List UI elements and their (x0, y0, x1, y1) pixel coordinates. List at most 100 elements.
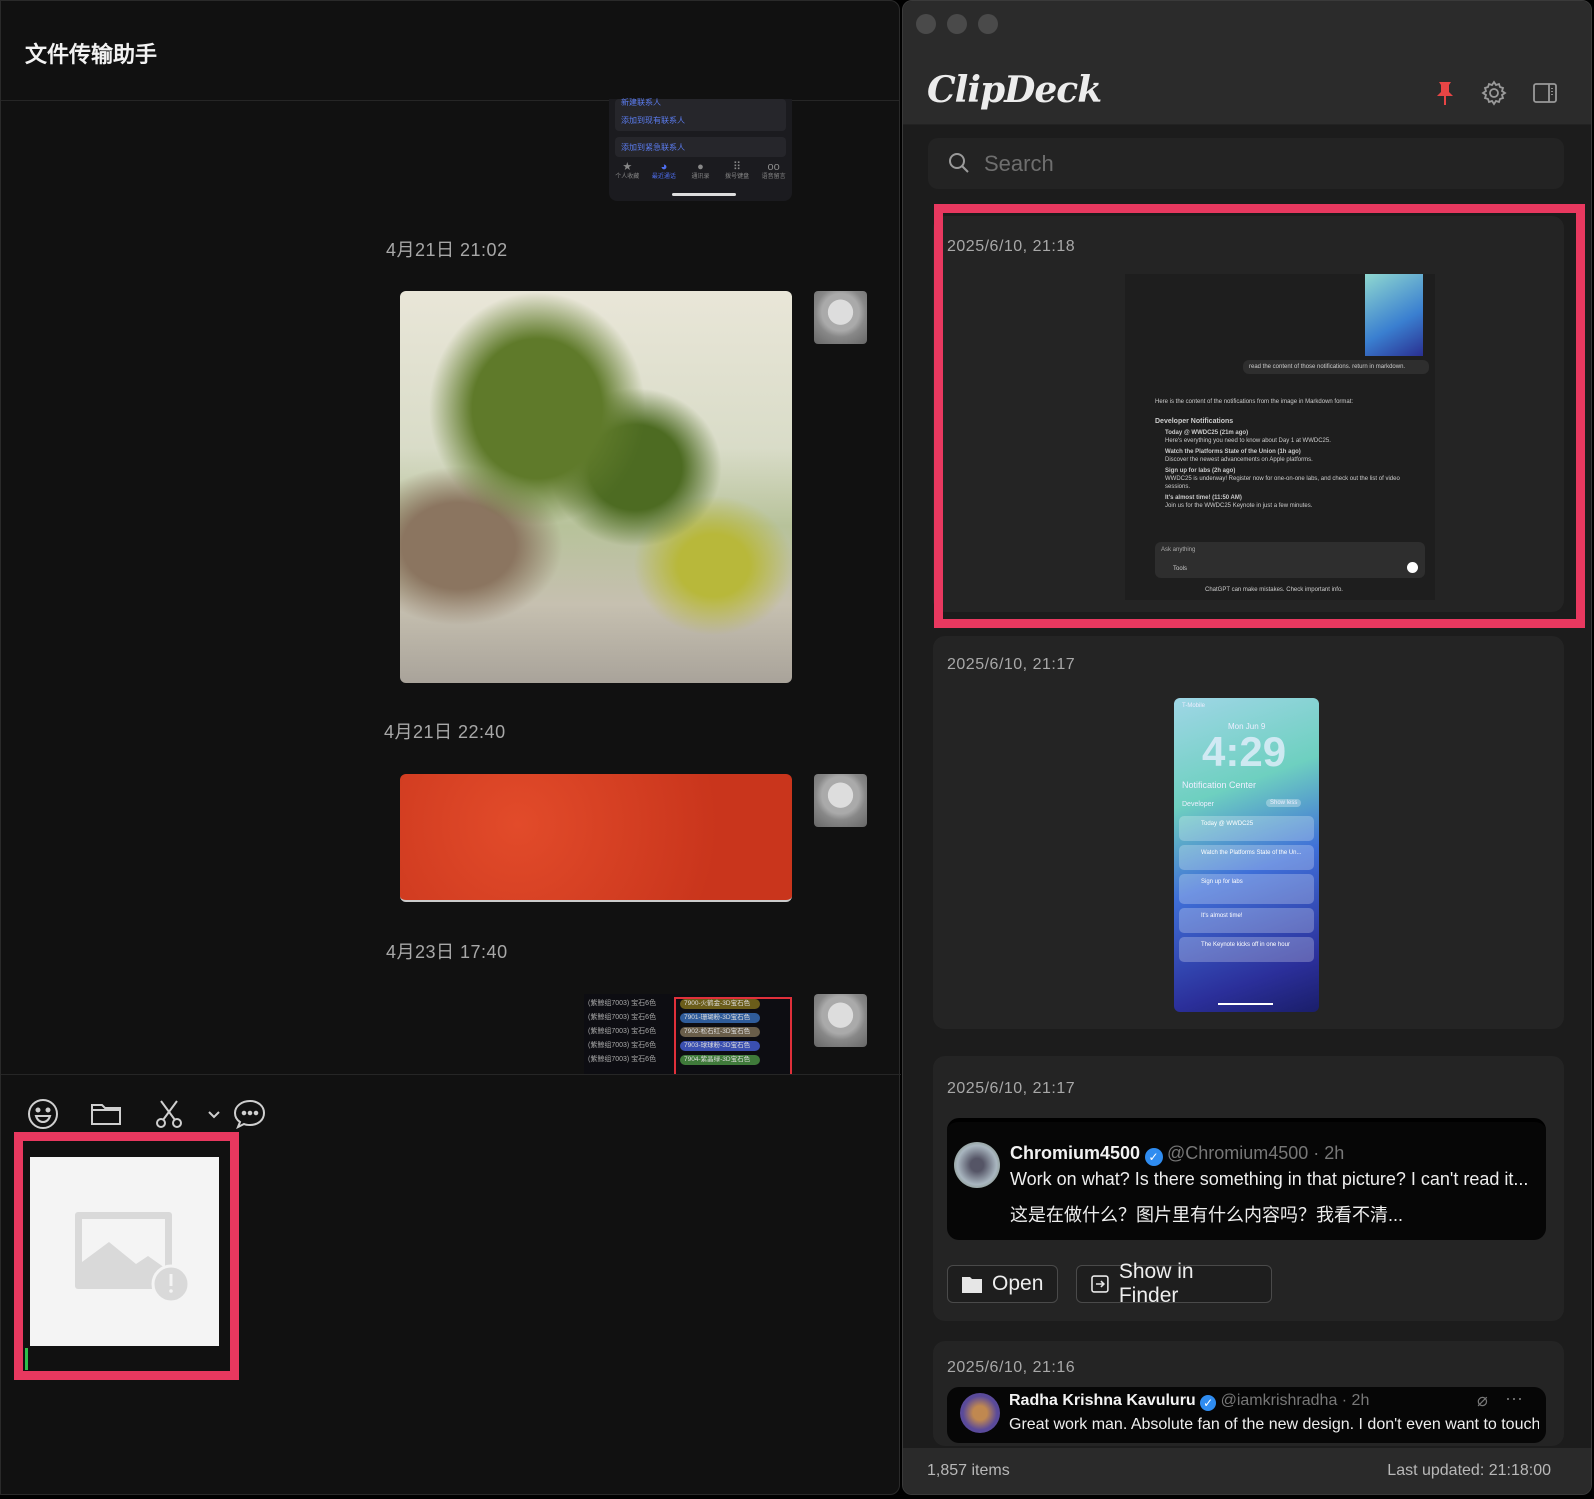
item-count: 1,857 items (927, 1462, 1010, 1479)
folder-icon (962, 1277, 982, 1293)
clip-timestamp: 2025/6/10, 21:16 (947, 1359, 1076, 1376)
input-highlight-edge (230, 1132, 239, 1380)
color-pill: 7903-球球粉-3D宝石色 (680, 1041, 760, 1051)
color-pill: 7902-松石红-3D宝石色 (680, 1027, 760, 1037)
phone-tabbar: ★ 个人收藏 ◕ 最近通话 ● 通讯录 ⠿ 拨号键盘 oo 语音留言 (609, 161, 792, 181)
folder-icon[interactable] (89, 1097, 123, 1131)
table-cell: (紫鲸组7003) 宝石6色 (588, 1000, 657, 1007)
table-cell: (紫鲸组7003) 宝石6色 (588, 1056, 657, 1063)
message-timestamp: 4月23日 17:40 (386, 942, 508, 962)
gpt-bullet-title: Today @ WWDC25 (21m ago) (1165, 430, 1249, 436)
input-highlight-edge (14, 1132, 239, 1141)
sidebar-toggle-icon[interactable] (1531, 79, 1559, 107)
message-timestamp: 4月21日 22:40 (384, 722, 506, 742)
pin-icon[interactable] (1431, 79, 1459, 107)
search-input[interactable]: Search (928, 138, 1564, 189)
landscape-painting-image[interactable] (400, 291, 792, 683)
clip-item[interactable]: 2025/6/10, 21:17 T-Mobile Mon Jun 9 4:29… (933, 636, 1564, 1029)
scissors-icon[interactable] (152, 1097, 186, 1131)
notification: Today @ WWDC25 (1179, 816, 1314, 841)
table-highlight-edge (674, 997, 792, 999)
notification: Watch the Platforms State of the Un... (1179, 845, 1314, 870)
gpt-intro: Here is the content of the notifications… (1155, 399, 1354, 405)
clip-highlight-edge (1576, 204, 1585, 628)
avatar[interactable] (814, 291, 867, 344)
chat-bubble-icon[interactable] (233, 1097, 267, 1131)
phone-tab-label: 通讯录 (691, 174, 710, 180)
tweet-translation: 这是在做什么？图片里有什么内容吗？我看不清... (1010, 1205, 1404, 1225)
clip-highlight-edge (934, 204, 1585, 213)
gpt-response: Here is the content of the notifications… (1155, 398, 1425, 510)
input-highlight-edge (14, 1371, 239, 1380)
contact-icon: ● (697, 161, 704, 173)
show-in-finder-button[interactable]: Show in Finder (1076, 1260, 1272, 1307)
phone-tab-label: 个人收藏 (615, 174, 640, 180)
phone-tab: oo 语音留言 (756, 161, 792, 181)
broken-image-placeholder[interactable] (30, 1157, 219, 1346)
zoom-window-button[interactable] (978, 14, 998, 34)
notification: It's almost time! (1179, 908, 1314, 933)
table-cell: (紫鲸组7003) 宝石6色 (588, 1014, 657, 1021)
table-cell: (紫鲸组7003) 宝石6色 (588, 1028, 657, 1035)
gear-icon[interactable] (1480, 79, 1508, 107)
app-logo: ClipDeck (927, 69, 1102, 111)
avatar[interactable] (814, 774, 867, 827)
table-highlight-edge (674, 997, 676, 1074)
avatar[interactable] (814, 994, 867, 1047)
tweet-author: Radha Krishna Kavuluru (1009, 1392, 1196, 1409)
home-indicator (1218, 1003, 1273, 1005)
phone-tab: ★ 个人收藏 (609, 161, 645, 181)
clip-highlight-edge (934, 204, 943, 628)
minimize-window-button[interactable] (947, 14, 967, 34)
message-timestamp: 4月21日 21:02 (386, 240, 508, 260)
close-window-button[interactable] (916, 14, 936, 34)
clipdeck-header: ClipDeck (903, 1, 1591, 125)
home-indicator (672, 193, 736, 196)
text-caret (25, 1348, 28, 1370)
verified-badge-icon: ✓ (1144, 1148, 1163, 1166)
reveal-icon (1091, 1275, 1109, 1293)
group-label: Developer (1182, 801, 1214, 808)
phone-line: 添加到现有联系人 (621, 116, 685, 125)
clock-icon: ◕ (660, 161, 668, 173)
gpt-disclaimer: ChatGPT can make mistakes. Check importa… (1205, 587, 1343, 593)
more-icon[interactable]: ··· (1505, 1388, 1523, 1409)
search-icon (949, 153, 969, 173)
gpt-bullet-body: Here's everything you need to know about… (1165, 438, 1331, 444)
status-bar: 1,857 items Last updated: 21:18:00 (903, 1448, 1591, 1494)
clip-timestamp: 2025/6/10, 21:18 (947, 238, 1076, 255)
lock-time: 4:29 (1202, 728, 1287, 775)
phone-line: 新建联系人 (621, 98, 661, 107)
clip-item[interactable]: 2025/6/10, 21:16 Radha Krishna Kavuluru … (933, 1341, 1564, 1446)
grok-icon[interactable]: ⌀ (1477, 1390, 1488, 1411)
phone-tab: ● 通讯录 (682, 161, 718, 181)
clipdeck-window: ClipDeck Search 2025/6/10, 21:18 read th… (902, 0, 1592, 1495)
search-placeholder: Search (984, 151, 1054, 176)
emoji-icon[interactable] (26, 1097, 60, 1131)
user-message: read the content of those notifications.… (1243, 360, 1429, 374)
show-less-button: Show less (1266, 799, 1302, 807)
color-pill: 7900-火鹤金-3D宝石色 (680, 999, 760, 1009)
clip-timestamp: 2025/6/10, 21:17 (947, 1080, 1076, 1097)
phone-screenshot-message[interactable]: 新建联系人 添加到现有联系人 添加到紧急联系人 ★ 个人收藏 ◕ 最近通话 ● 通讯录… (609, 98, 792, 201)
input-highlight-edge (14, 1132, 23, 1380)
keypad-icon: ⠿ (733, 161, 742, 173)
chevron-down-icon[interactable] (197, 1097, 220, 1131)
voicemail-icon: oo (767, 161, 780, 173)
tweet-avatar (960, 1393, 1000, 1433)
notification: Sign up for labs (1179, 874, 1314, 904)
chat-title: 文件传输助手 (25, 42, 158, 67)
open-label: Open (992, 1272, 1044, 1295)
tweet-handle: @Chromium4500 · 2h (1166, 1143, 1345, 1163)
tweet-preview: Radha Krishna Kavuluru ✓ @iamkrishradha … (947, 1387, 1546, 1443)
gpt-bullet-title: It's almost time! (11:50 AM) (1165, 495, 1242, 501)
red-texture-image[interactable] (400, 774, 792, 902)
clip-item[interactable]: 2025/6/10, 21:18 read the content of tho… (933, 216, 1564, 612)
notification-center-label: Notification Center (1182, 780, 1257, 790)
table-screenshot-image[interactable]: (紫鲸组7003) 宝石6色 7900-火鹤金-3D宝石色 (紫鲸组7003) 宝… (584, 994, 792, 1074)
lockscreen-thumbnail (1365, 274, 1423, 356)
gpt-bullet-title: Watch the Platforms State of the Union (… (1165, 449, 1301, 455)
lockscreen-screenshot: T-Mobile Mon Jun 9 4:29 Notification Cen… (1174, 698, 1319, 1012)
open-button[interactable]: Open (947, 1265, 1058, 1303)
chatgpt-screenshot: read the content of those notifications.… (1125, 274, 1435, 600)
